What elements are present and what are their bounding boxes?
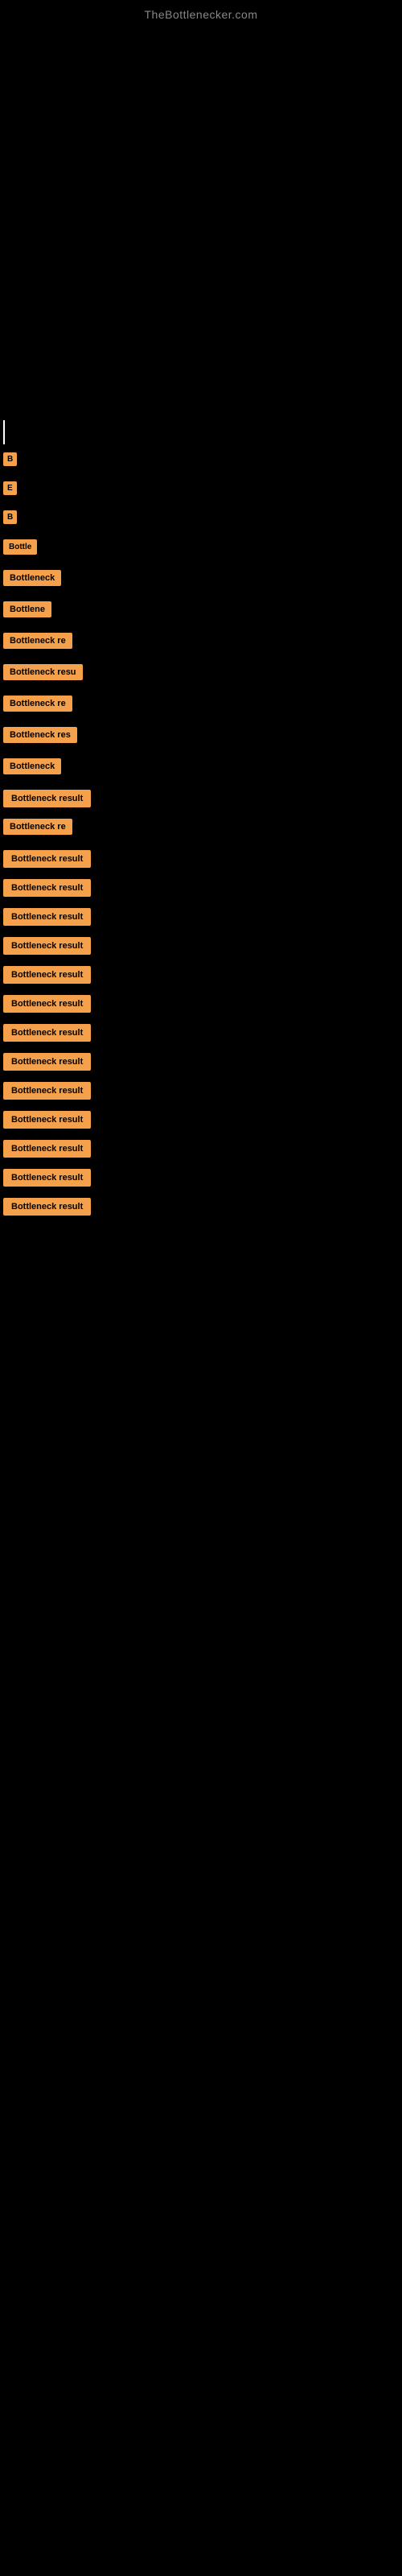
result-item: Bottleneck result: [3, 879, 402, 897]
bottleneck-result-badge[interactable]: Bottleneck result: [3, 966, 91, 984]
result-item: Bottleneck re: [3, 696, 402, 716]
result-item: Bottleneck result: [3, 1082, 402, 1100]
result-item: B: [3, 452, 402, 470]
bottleneck-result-badge[interactable]: Bottleneck re: [3, 819, 72, 835]
result-item: Bottleneck resu: [3, 664, 402, 684]
bottleneck-result-badge[interactable]: Bottleneck result: [3, 1198, 91, 1216]
bottleneck-result-badge[interactable]: Bottleneck re: [3, 633, 72, 649]
bottleneck-result-badge[interactable]: Bottleneck result: [3, 1053, 91, 1071]
bottleneck-result-badge[interactable]: Bottleneck re: [3, 696, 72, 712]
result-item: Bottleneck re: [3, 633, 402, 653]
result-item: Bottleneck result: [3, 1024, 402, 1042]
bottleneck-result-badge[interactable]: Bottleneck result: [3, 1082, 91, 1100]
bottleneck-result-badge[interactable]: E: [3, 481, 17, 495]
bottleneck-result-badge[interactable]: Bottleneck result: [3, 1140, 91, 1158]
bottleneck-result-badge[interactable]: Bottleneck result: [3, 995, 91, 1013]
bottleneck-result-badge[interactable]: Bottleneck result: [3, 850, 91, 868]
top-black-area: [0, 26, 402, 412]
result-item: Bottleneck result: [3, 1169, 402, 1187]
bottleneck-result-badge[interactable]: B: [3, 452, 17, 466]
result-item: Bottleneck re: [3, 819, 402, 839]
result-item: Bottleneck: [3, 758, 402, 778]
bottleneck-result-badge[interactable]: Bottleneck result: [3, 937, 91, 955]
bottleneck-result-badge[interactable]: Bottle: [3, 539, 37, 555]
result-item: Bottleneck res: [3, 727, 402, 747]
result-item: Bottleneck result: [3, 937, 402, 955]
bottleneck-result-badge[interactable]: Bottleneck: [3, 570, 61, 586]
result-item: B: [3, 510, 402, 528]
bottleneck-result-badge[interactable]: Bottleneck result: [3, 790, 91, 807]
bottleneck-result-badge[interactable]: Bottleneck result: [3, 1111, 91, 1129]
bottleneck-result-badge[interactable]: Bottlene: [3, 601, 51, 617]
bottleneck-result-badge[interactable]: Bottleneck result: [3, 1169, 91, 1187]
result-item: Bottleneck result: [3, 1140, 402, 1158]
bottleneck-result-badge[interactable]: Bottleneck result: [3, 1024, 91, 1042]
result-item: Bottleneck result: [3, 1198, 402, 1216]
result-item: Bottleneck result: [3, 995, 402, 1013]
divider-line: [3, 420, 5, 444]
result-item: Bottlene: [3, 601, 402, 621]
result-item: Bottleneck: [3, 570, 402, 590]
result-item: Bottleneck result: [3, 1111, 402, 1129]
result-item: Bottle: [3, 539, 402, 559]
result-item: Bottleneck result: [3, 966, 402, 984]
bottleneck-result-badge[interactable]: B: [3, 510, 17, 524]
bottleneck-result-badge[interactable]: Bottleneck result: [3, 908, 91, 926]
result-item: Bottleneck result: [3, 850, 402, 868]
bottleneck-result-badge[interactable]: Bottleneck resu: [3, 664, 83, 680]
bottleneck-result-badge[interactable]: Bottleneck res: [3, 727, 77, 743]
bottleneck-result-badge[interactable]: Bottleneck result: [3, 879, 91, 897]
bottleneck-result-badge[interactable]: Bottleneck: [3, 758, 61, 774]
result-item: Bottleneck result: [3, 1053, 402, 1071]
result-item: Bottleneck result: [3, 790, 402, 807]
result-item: E: [3, 481, 402, 499]
result-item: Bottleneck result: [3, 908, 402, 926]
site-title: TheBottlenecker.com: [0, 0, 402, 26]
result-items-container: B E B Bottle Bottleneck Bottlene Bottleneck re…: [0, 452, 402, 1259]
